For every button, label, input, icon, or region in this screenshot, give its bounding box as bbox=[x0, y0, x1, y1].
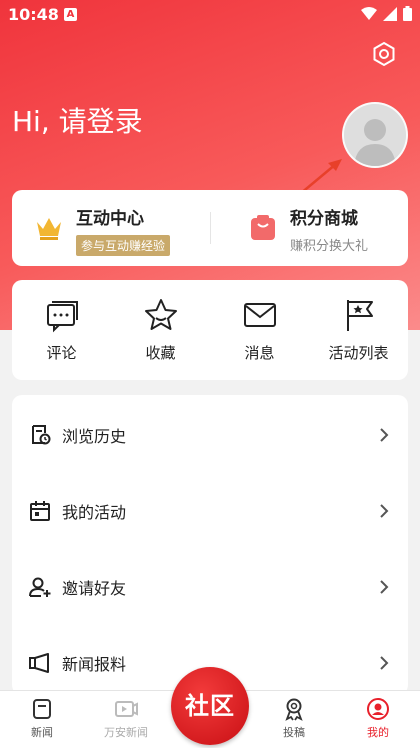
chevron-right-icon bbox=[380, 504, 389, 518]
tab-label: 新闻 bbox=[31, 726, 53, 739]
battery-icon bbox=[403, 6, 412, 21]
quick-actions: 评论 收藏 消息 活动列表 bbox=[12, 280, 408, 380]
points-mall-title: 积分商城 bbox=[290, 209, 358, 229]
shopping-bag-icon bbox=[251, 215, 275, 240]
chevron-right-icon bbox=[380, 656, 389, 670]
quick-action-label: 评论 bbox=[46, 344, 77, 362]
crown-icon bbox=[37, 218, 61, 240]
status-bar: 10:48 A bbox=[0, 0, 420, 30]
comment-icon bbox=[46, 301, 78, 333]
tab-mine[interactable]: 我的 bbox=[336, 697, 420, 740]
menu-item-history[interactable]: 浏览历史 bbox=[12, 397, 408, 473]
avatar[interactable] bbox=[342, 102, 408, 168]
quick-action-label: 收藏 bbox=[145, 344, 176, 362]
menu-item-label: 邀请好友 bbox=[62, 579, 127, 598]
settings-gear-icon[interactable] bbox=[370, 40, 398, 68]
quick-action-label: 活动列表 bbox=[328, 344, 389, 362]
menu-item-invite-friends[interactable]: 邀请好友 bbox=[12, 549, 408, 625]
tab-label: 万安新闻 bbox=[104, 726, 148, 739]
chevron-right-icon bbox=[380, 580, 389, 594]
tab-submit[interactable]: 投稿 bbox=[252, 697, 336, 740]
star-icon bbox=[144, 299, 177, 330]
feature-card: 互动中心 参与互动赚经验 积分商城 赚积分换大礼 bbox=[12, 190, 408, 266]
login-prompt[interactable]: Hi, 请登录 bbox=[12, 100, 143, 140]
quick-action-activities[interactable]: 活动列表 bbox=[309, 280, 408, 380]
calendar-icon bbox=[30, 501, 50, 521]
signal-icon bbox=[383, 6, 397, 21]
play-icon bbox=[115, 701, 138, 717]
tab-wanan-news[interactable]: 万安新闻 bbox=[84, 697, 168, 740]
history-icon bbox=[32, 425, 51, 445]
status-time: 10:48 bbox=[8, 5, 59, 24]
tab-label: 投稿 bbox=[283, 726, 305, 739]
video-icon bbox=[29, 653, 49, 673]
user-silhouette-icon bbox=[344, 104, 406, 166]
quick-action-messages[interactable]: 消息 bbox=[210, 280, 309, 380]
menu-item-my-activities[interactable]: 我的活动 bbox=[12, 473, 408, 549]
quick-action-favorites[interactable]: 收藏 bbox=[111, 280, 210, 380]
flag-icon bbox=[346, 300, 373, 331]
menu-list: 浏览历史 我的活动 邀请好友 新闻报料 bbox=[12, 395, 408, 695]
award-icon bbox=[285, 698, 303, 721]
tab-news[interactable]: 新闻 bbox=[0, 697, 84, 740]
profile-icon bbox=[367, 698, 389, 720]
wifi-icon bbox=[361, 6, 377, 20]
tab-label: 我的 bbox=[367, 726, 389, 739]
community-button[interactable]: 社区 bbox=[171, 667, 249, 745]
points-mall-subtitle: 赚积分换大礼 bbox=[290, 239, 369, 254]
mail-icon bbox=[243, 303, 276, 327]
points-mall[interactable]: 积分商城 赚积分换大礼 bbox=[248, 204, 368, 254]
interaction-badge: 参与互动赚经验 bbox=[76, 235, 171, 256]
quick-action-comment[interactable]: 评论 bbox=[12, 280, 111, 380]
interaction-center[interactable]: 互动中心 参与互动赚经验 bbox=[34, 204, 171, 256]
add-user-icon bbox=[29, 577, 51, 597]
quick-action-label: 消息 bbox=[244, 344, 275, 362]
chevron-right-icon bbox=[380, 428, 389, 442]
news-icon bbox=[33, 699, 51, 719]
divider bbox=[210, 212, 211, 244]
menu-item-label: 浏览历史 bbox=[62, 427, 127, 446]
sim-indicator: A bbox=[64, 8, 77, 21]
menu-item-label: 我的活动 bbox=[62, 503, 127, 522]
menu-item-label: 新闻报料 bbox=[62, 655, 127, 674]
interaction-title: 互动中心 bbox=[76, 209, 144, 229]
